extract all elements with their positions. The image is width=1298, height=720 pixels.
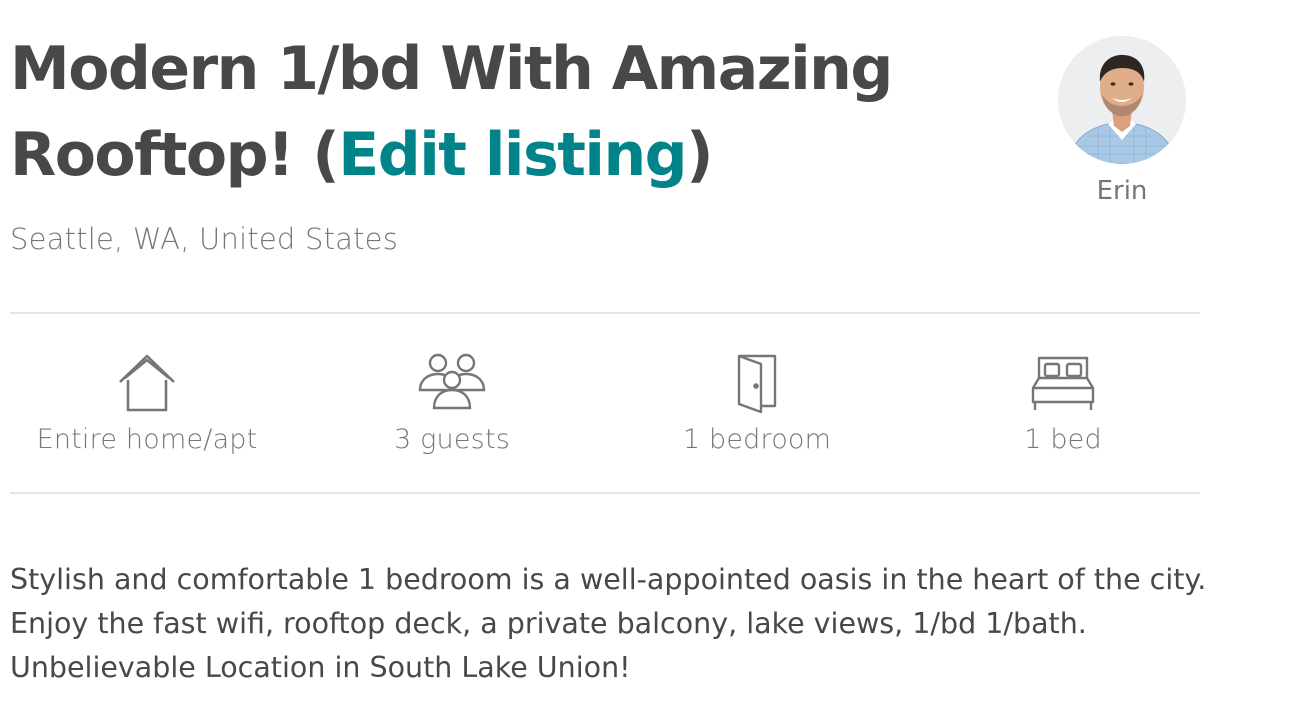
edit-listing-link[interactable]: Edit listing bbox=[338, 120, 687, 190]
guests-label: 3 guests bbox=[393, 424, 510, 455]
listing-description: Stylish and comfortable 1 bedroom is a w… bbox=[10, 563, 1207, 684]
summary-item-guests: 3 guests bbox=[322, 352, 582, 455]
guests-icon bbox=[322, 352, 582, 416]
summary-item-room-type: Entire home/apt bbox=[17, 352, 277, 455]
host-name: Erin bbox=[1096, 176, 1148, 206]
bedrooms-label: 1 bedroom bbox=[682, 424, 832, 455]
bed-icon bbox=[933, 352, 1193, 416]
summary-divider-top bbox=[10, 312, 1200, 314]
host-profile: Erin bbox=[1058, 36, 1186, 206]
summary-divider-bottom bbox=[10, 492, 1200, 494]
listing-summary: Entire home/apt 3 guests 1 bedroom 1 bed bbox=[0, 352, 1210, 462]
title-open-paren: ( bbox=[292, 120, 339, 190]
summary-item-bedrooms: 1 bedroom bbox=[627, 352, 887, 455]
listing-title: Modern 1/bd With Amazing Rooftop! (Edit … bbox=[10, 26, 1030, 198]
title-close-paren: ) bbox=[686, 120, 713, 190]
host-photo bbox=[1058, 36, 1186, 164]
listing-location: Seattle, WA, United States bbox=[10, 222, 399, 256]
house-icon bbox=[17, 352, 277, 416]
room-type-label: Entire home/apt bbox=[36, 424, 258, 455]
host-avatar[interactable] bbox=[1058, 36, 1186, 164]
beds-label: 1 bed bbox=[1024, 424, 1102, 455]
door-icon bbox=[627, 352, 887, 416]
summary-item-beds: 1 bed bbox=[933, 352, 1193, 455]
